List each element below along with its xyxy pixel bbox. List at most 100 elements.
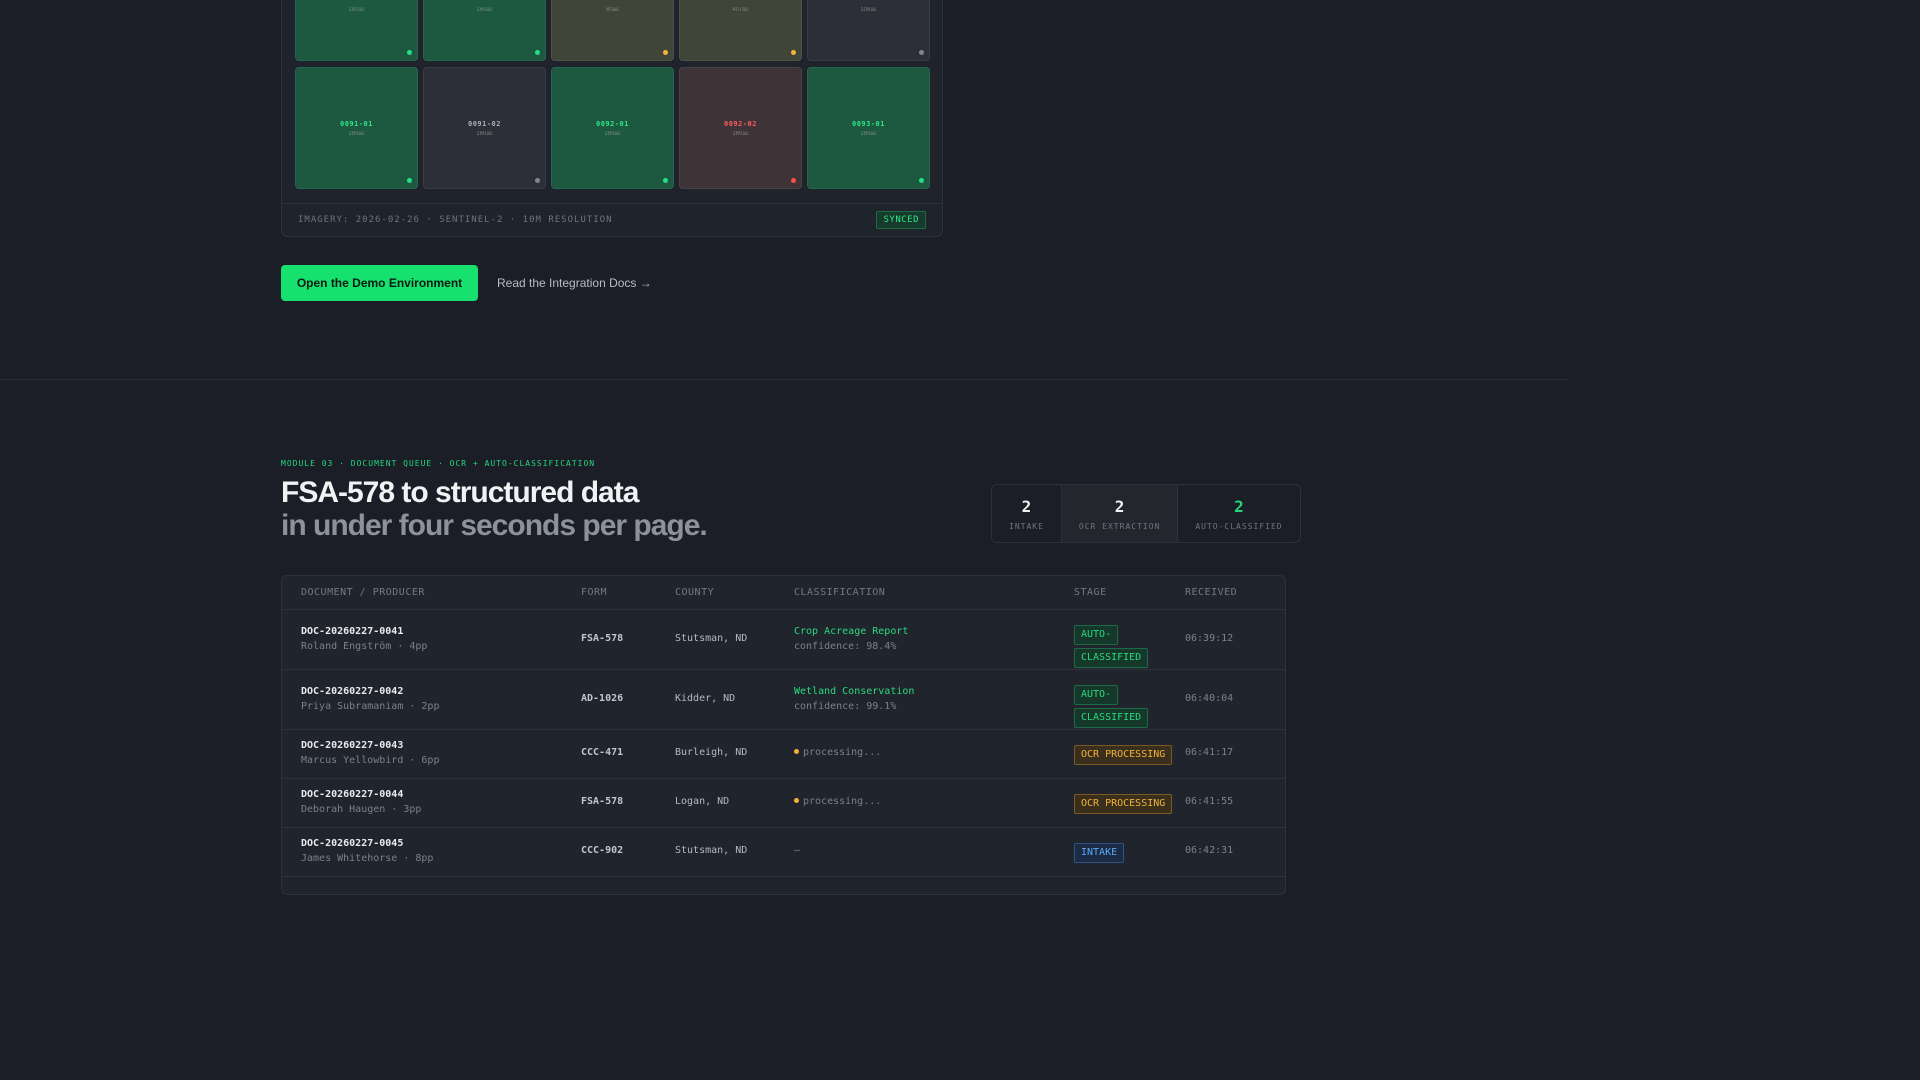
processing-dot	[794, 748, 799, 754]
sync-status-badge: SYNCED	[876, 211, 926, 229]
section-subtitle: in under four seconds per page.	[281, 509, 708, 542]
stage-badge-line2: CLASSIFIED	[1074, 648, 1149, 668]
stat-label: OCR EXTRACTION	[1078, 521, 1161, 531]
stage-badge-ocr: OCR PROCESSING	[1074, 794, 1173, 814]
tile-id: 0093-01	[851, 119, 885, 128]
field-tile-grid: 180ac 160ac 80ac 407ac 108ac 0091-01 160a…	[295, 0, 932, 189]
confidence: confidence: 98.4%	[794, 641, 897, 652]
producer: Marcus Yellowbird · 6pp	[301, 755, 440, 766]
producer: Deborah Haugen · 3pp	[301, 804, 422, 815]
tile-acreage: 160ac	[476, 7, 493, 13]
stage-badge-line1: AUTO-	[1074, 685, 1119, 705]
status-dot	[791, 178, 796, 183]
table-row[interactable]: DOC-20260227-0041 Roland Engström · 4pp …	[282, 610, 1285, 670]
form-code: CCC-902	[581, 845, 624, 856]
tile-acreage: 180ac	[348, 7, 365, 13]
col-header-received[interactable]: RECEIVED	[1185, 587, 1237, 598]
doc-id: DOC-20260227-0045	[301, 838, 404, 849]
stage-badge-ocr: OCR PROCESSING	[1074, 745, 1173, 765]
field-tile[interactable]: 80ac	[551, 0, 674, 61]
form-code: FSA-578	[581, 633, 624, 644]
stat-auto-classified[interactable]: 2 AUTO-CLASSIFIED	[1177, 485, 1299, 542]
tile-acreage: 160ac	[476, 130, 493, 137]
status-dot	[919, 50, 924, 55]
processing-status: processing...	[794, 747, 881, 758]
stat-value: 2	[1114, 496, 1125, 516]
field-tile[interactable]: 407ac	[679, 0, 802, 61]
status-dot	[663, 50, 668, 55]
open-demo-button[interactable]: Open the Demo Environment	[281, 265, 478, 301]
col-header-form[interactable]: FORM	[581, 587, 607, 598]
county: Stutsman, ND	[675, 633, 748, 644]
stat-value: 2	[1021, 496, 1032, 516]
field-tile[interactable]: 108ac	[807, 0, 930, 61]
field-map-panel: 180ac 160ac 80ac 407ac 108ac 0091-01 160a…	[281, 0, 943, 237]
field-tile[interactable]: 160ac	[423, 0, 546, 61]
stat-ocr-extraction[interactable]: 2 OCR EXTRACTION	[1060, 485, 1178, 542]
tile-id: 0091-01	[339, 119, 373, 128]
status-dot	[791, 50, 796, 55]
form-code: CCC-471	[581, 747, 624, 758]
status-dot	[663, 178, 668, 183]
tile-acreage: 160ac	[860, 130, 877, 137]
doc-id: DOC-20260227-0043	[301, 740, 404, 751]
stage-cell: OCR PROCESSING	[1074, 794, 1173, 814]
field-tile[interactable]: 0092-01 160ac	[551, 67, 674, 189]
table-row[interactable]: DOC-20260227-0044 Deborah Haugen · 3pp F…	[282, 779, 1285, 828]
tile-id: 0092-02	[723, 119, 757, 128]
classification: Wetland Conservation	[794, 686, 915, 697]
table-row[interactable]: DOC-20260227-0043 Marcus Yellowbird · 6p…	[282, 730, 1285, 779]
stage-cell: OCR PROCESSING	[1074, 745, 1173, 765]
stage-badge-line1: AUTO-	[1074, 625, 1119, 645]
status-dot	[407, 178, 412, 183]
imagery-meta: IMAGERY: 2026-02-26 · SENTINEL-2 · 10M R…	[298, 215, 613, 225]
stage-badge-auto-classified: AUTO- CLASSIFIED	[1074, 622, 1149, 668]
doc-id: DOC-20260227-0041	[301, 626, 404, 637]
tile-id: 0091-02	[467, 119, 501, 128]
col-header-stage[interactable]: STAGE	[1074, 587, 1107, 598]
received-time: 06:41:55	[1185, 796, 1234, 807]
col-header-document[interactable]: DOCUMENT / PRODUCER	[301, 587, 425, 598]
map-footer: IMAGERY: 2026-02-26 · SENTINEL-2 · 10M R…	[282, 203, 942, 238]
county: Kidder, ND	[675, 693, 736, 704]
field-tile[interactable]: 0091-02 160ac	[423, 67, 546, 189]
tile-id: 0092-01	[595, 119, 629, 128]
classification: Crop Acreage Report	[794, 626, 909, 637]
received-time: 06:40:04	[1185, 693, 1234, 704]
col-header-classification[interactable]: CLASSIFICATION	[794, 587, 885, 598]
field-tile[interactable]: 0091-01 160ac	[295, 67, 418, 189]
tile-acreage: 80ac	[605, 7, 619, 13]
tile-acreage: 160ac	[732, 130, 749, 137]
queue-stats: 2 INTAKE 2 OCR EXTRACTION 2 AUTO-CLASSIF…	[991, 484, 1301, 543]
stat-label: INTAKE	[1009, 521, 1044, 531]
processing-text: processing...	[803, 747, 882, 758]
processing-dot	[794, 797, 799, 803]
received-time: 06:41:17	[1185, 747, 1234, 758]
county: Burleigh, ND	[675, 747, 748, 758]
county: Stutsman, ND	[675, 845, 748, 856]
col-header-county[interactable]: COUNTY	[675, 587, 714, 598]
module-eyebrow: MODULE 03 · DOCUMENT QUEUE · OCR + AUTO-…	[281, 459, 596, 468]
county: Logan, ND	[675, 796, 730, 807]
field-tile[interactable]: 180ac	[295, 0, 418, 61]
section-divider	[0, 379, 1568, 380]
table-header: DOCUMENT / PRODUCER FORM COUNTY CLASSIFI…	[282, 576, 1285, 610]
tile-acreage: 407ac	[732, 7, 749, 13]
document-queue-table: DOCUMENT / PRODUCER FORM COUNTY CLASSIFI…	[281, 575, 1286, 895]
processing-status: processing...	[794, 796, 881, 807]
stage-badge-intake: INTAKE	[1074, 843, 1125, 863]
tile-acreage: 160ac	[348, 130, 365, 137]
field-tile[interactable]: 0093-01 160ac	[807, 67, 930, 189]
integration-docs-link[interactable]: Read the Integration Docs →	[497, 276, 652, 290]
table-row[interactable]: DOC-20260227-0045 James Whitehorse · 8pp…	[282, 828, 1285, 877]
form-code: AD-1026	[581, 693, 624, 704]
field-tile[interactable]: 0092-02 160ac	[679, 67, 802, 189]
stat-intake[interactable]: 2 INTAKE	[992, 485, 1061, 542]
status-dot	[535, 178, 540, 183]
table-row[interactable]: DOC-20260227-0042 Priya Subramaniam · 2p…	[282, 670, 1285, 730]
status-dot	[919, 178, 924, 183]
stage-badge-line2: CLASSIFIED	[1074, 708, 1149, 728]
received-time: 06:39:12	[1185, 633, 1234, 644]
doc-id: DOC-20260227-0042	[301, 686, 404, 697]
form-code: FSA-578	[581, 796, 624, 807]
